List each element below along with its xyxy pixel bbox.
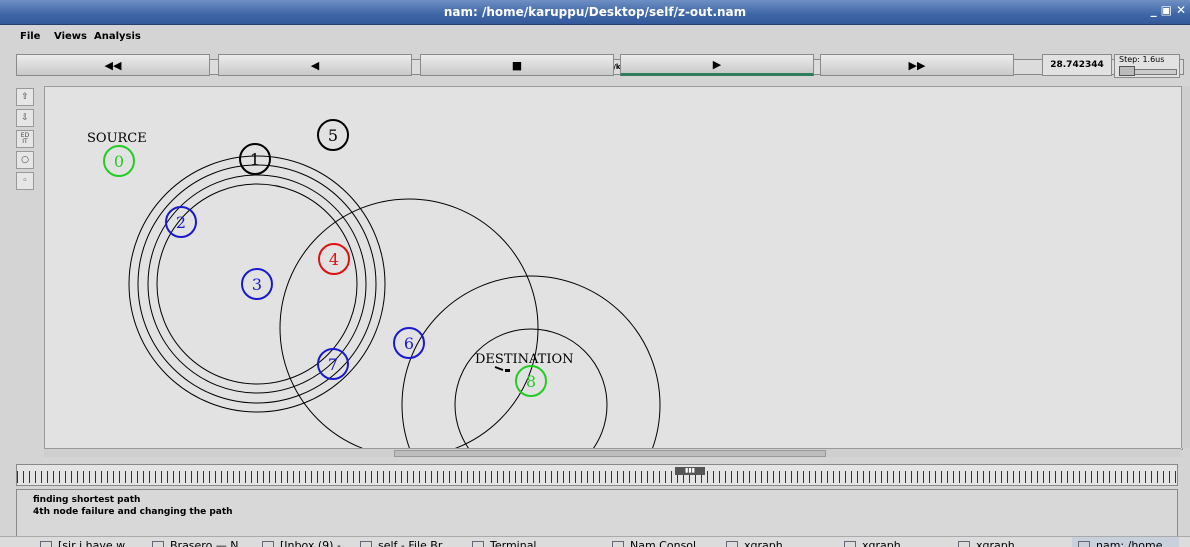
node-label-6: 6 [404,334,414,353]
step-back-button[interactable]: ◀ [218,54,412,76]
node-label-0: 0 [114,152,124,171]
node-label-8: 8 [526,372,536,391]
window-icon [262,541,274,547]
horizontal-scroll-thumb[interactable] [394,450,826,457]
circle-small-icon[interactable]: ◦ [16,172,34,190]
taskbar: [sir i have w... Brasero — N... [Inbox (… [0,536,1190,547]
node-label-1: 1 [250,150,260,169]
playback-controls: ◀◀ ◀ ■ ▶ ▶▶ 28.742344 Step: 1.6us [16,54,1190,78]
edit-icon[interactable]: ED IT [16,130,34,148]
left-toolbar: ⇧ ⇩ ED IT ○ ◦ [16,88,38,193]
menu-analysis[interactable]: Analysis [94,31,141,42]
annotation-line: 4th node failure and changing the path [33,507,233,517]
step-slider[interactable]: Step: 1.6us [1114,54,1180,78]
source-label: SOURCE [87,131,147,146]
timeline-slider[interactable]: ▮▮▮ [16,464,1178,486]
play-button[interactable]: ▶ [620,54,814,76]
zoom-out-icon[interactable]: ⇩ [16,109,34,127]
window-title: nam: /home/karuppu/Desktop/self/z-out.na… [443,5,747,19]
rewind-button[interactable]: ◀◀ [16,54,210,76]
window-icon [958,541,970,547]
time-display: 28.742344 [1042,54,1112,76]
window-buttons: _ ▣ ✕ [1151,3,1186,17]
window-icon [612,541,624,547]
window-titlebar: nam: /home/karuppu/Desktop/self/z-out.na… [0,0,1190,25]
zoom-in-icon[interactable]: ⇧ [16,88,34,106]
fast-forward-button[interactable]: ▶▶ [820,54,1014,76]
destination-label: DESTINATION [475,352,574,367]
node-label-7: 7 [328,355,338,374]
minimize-icon[interactable]: _ [1151,3,1157,17]
range-circles [128,155,661,449]
menu-views[interactable]: Views [54,31,87,42]
window-icon [1078,541,1090,547]
window-icon [40,541,52,547]
maximize-icon[interactable]: ▣ [1161,3,1172,17]
circle-large-icon[interactable]: ○ [16,151,34,169]
node-label-4: 4 [329,250,339,269]
step-label: Step: 1.6us [1119,55,1165,64]
node-label-3: 3 [252,275,262,294]
annotation-panel[interactable]: finding shortest path 4th node failure a… [16,489,1178,537]
step-slider-thumb[interactable] [1119,66,1135,76]
range-circle [279,198,539,449]
stop-button[interactable]: ■ [420,54,614,76]
timeline-cursor[interactable]: ▮▮▮ [675,467,705,475]
menu-bar: File Views Analysis /home/karuppu/Deskto… [0,28,1190,75]
packet [494,366,510,372]
window-icon [360,541,372,547]
menu-file[interactable]: File [20,31,40,42]
node-label-5: 5 [328,126,338,145]
network-svg: SOURCE DESTINATION 0 1 2 3 4 5 6 7 8 [87,119,661,449]
horizontal-scrollbar[interactable] [44,448,1181,457]
node-label-2: 2 [176,213,186,232]
terminal-icon [472,541,484,547]
close-icon[interactable]: ✕ [1176,3,1186,17]
animation-canvas[interactable]: SOURCE DESTINATION 0 1 2 3 4 5 6 7 8 [44,86,1183,450]
window-icon [844,541,856,547]
window-icon [726,541,738,547]
window-icon [152,541,164,547]
vertical-scrollbar[interactable] [1181,86,1190,448]
annotation-line: finding shortest path [33,495,141,505]
